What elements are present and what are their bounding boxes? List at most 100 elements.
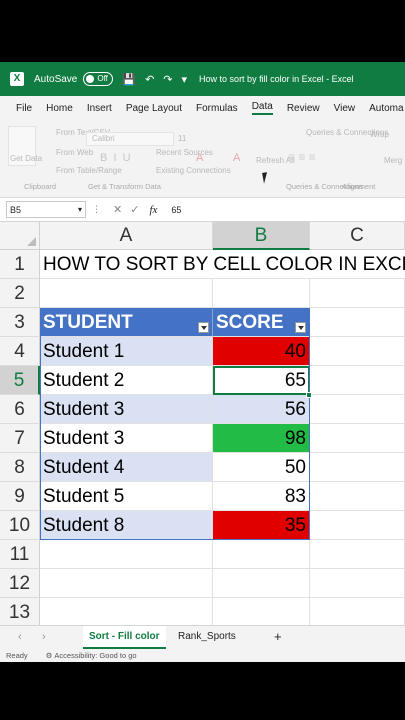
student-cell[interactable]: Student 3 [40,395,213,424]
student-cell[interactable]: Student 1 [40,337,213,366]
existing-connections-button[interactable]: Existing Connections [156,166,231,175]
row-header-3[interactable]: 3 [0,308,40,337]
column-header-b[interactable]: B [213,222,310,250]
name-box[interactable]: B5 ▾ [6,201,86,218]
student-cell[interactable]: Student 8 [40,511,213,540]
tab-insert[interactable]: Insert [87,103,112,114]
align-icons[interactable]: ≡ ≡ ≡ [288,150,316,164]
autosave-toggle[interactable]: Off [83,72,114,86]
save-icon[interactable]: 💾 [122,73,136,86]
column-header-c[interactable]: C [310,222,405,250]
filter-dropdown-icon[interactable] [295,322,306,333]
score-cell-active[interactable]: 65 [213,366,310,395]
tab-view[interactable]: View [334,103,356,114]
cell-a13[interactable] [40,598,213,627]
wrap-text-button[interactable]: Wrap [370,130,389,139]
select-all-button[interactable] [0,222,40,250]
row-header-9[interactable]: 9 [0,482,40,511]
cell-b12[interactable] [213,569,310,598]
from-table-button[interactable]: From Table/Range [56,166,122,175]
tab-page-layout[interactable]: Page Layout [126,103,182,114]
cancel-icon[interactable]: ✕ [113,203,122,216]
bold-italic-underline-icons[interactable]: B I U [100,152,131,164]
merge-button[interactable]: Merg [384,156,402,165]
cell-a2[interactable] [40,279,213,308]
redo-icon[interactable]: ↷ [163,73,172,86]
chevron-left-icon[interactable]: ‹ [18,631,22,643]
chevron-down-icon[interactable]: ▾ [78,205,82,214]
row-header-8[interactable]: 8 [0,453,40,482]
tab-review[interactable]: Review [287,103,320,114]
cell-b13[interactable] [213,598,310,627]
insert-function-icon[interactable]: fx [149,204,157,216]
tab-home[interactable]: Home [46,103,73,114]
score-cell[interactable]: 50 [213,453,310,482]
add-sheet-icon[interactable]: + [274,629,282,644]
tab-formulas[interactable]: Formulas [196,103,238,114]
tab-file[interactable]: File [16,103,32,114]
row-header-1[interactable]: 1 [0,250,40,279]
cell-a11[interactable] [40,540,213,569]
cell-c5[interactable] [310,366,405,395]
student-cell[interactable]: Student 2 [40,366,213,395]
score-cell[interactable]: 40 [213,337,310,366]
formula-input[interactable]: 65 [171,205,181,215]
header-student-label: STUDENT [43,312,133,333]
student-cell[interactable]: Student 4 [40,453,213,482]
header-student[interactable]: STUDENT [40,308,213,337]
cell-c7[interactable] [310,424,405,453]
font-name-value: Calibri [92,134,115,143]
row-header-6[interactable]: 6 [0,395,40,424]
row-header-11[interactable]: 11 [0,540,40,569]
student-cell[interactable]: Student 3 [40,424,213,453]
ribbon: Get Data From Text/CSV From Web From Tab… [0,120,405,198]
column-header-a[interactable]: A [40,222,213,250]
row-header-13[interactable]: 13 [0,598,40,627]
score-cell[interactable]: 83 [213,482,310,511]
score-cell[interactable]: 35 [213,511,310,540]
student-cell[interactable]: Student 5 [40,482,213,511]
row-header-7[interactable]: 7 [0,424,40,453]
recent-sources-button[interactable]: Recent Sources [156,148,213,157]
ribbon-tabs: File Home Insert Page Layout Formulas Da… [0,96,405,120]
cell-c10[interactable] [310,511,405,540]
row-header-12[interactable]: 12 [0,569,40,598]
more-options-icon[interactable]: ⋮ [92,204,101,215]
cell-c2[interactable] [310,279,405,308]
cell-c12[interactable] [310,569,405,598]
autosave-label: AutoSave [34,73,78,85]
cell-c4[interactable] [310,337,405,366]
tab-data[interactable]: Data [251,101,273,115]
score-cell[interactable]: 56 [213,395,310,424]
sheet-heading[interactable]: HOW TO SORT BY CELL COLOR IN EXCEL [40,250,405,279]
tab-automate[interactable]: Automa [369,103,403,114]
cell-c9[interactable] [310,482,405,511]
sheet-tab-rank-sports[interactable]: Rank_Sports [172,626,242,649]
filter-dropdown-icon[interactable] [198,322,209,333]
sheet-tab-sort-fill-color[interactable]: Sort - Fill color [83,626,166,649]
font-color-icon[interactable]: A [196,152,203,164]
from-web-button[interactable]: From Web [56,148,93,157]
accessibility-status[interactable]: Accessibility: Good to go [54,651,136,660]
cell-a12[interactable] [40,569,213,598]
row-header-5[interactable]: 5 [0,366,40,395]
cell-c13[interactable] [310,598,405,627]
enter-icon[interactable]: ✓ [130,203,139,216]
font-size-value[interactable]: 11 [178,134,186,143]
undo-icon[interactable]: ↶ [145,73,154,86]
cell-c8[interactable] [310,453,405,482]
row-header-4[interactable]: 4 [0,337,40,366]
cell-c6[interactable] [310,395,405,424]
row-header-2[interactable]: 2 [0,279,40,308]
text-color-icon[interactable]: A [233,152,240,164]
fill-handle[interactable] [306,392,312,398]
score-cell[interactable]: 98 [213,424,310,453]
cell-c3[interactable] [310,308,405,337]
chevron-right-icon[interactable]: › [42,631,46,643]
header-score[interactable]: SCORE [213,308,310,337]
cell-b2[interactable] [213,279,310,308]
cell-b11[interactable] [213,540,310,569]
cell-c11[interactable] [310,540,405,569]
customize-toolbar-icon[interactable]: ▾ [182,73,188,86]
row-header-10[interactable]: 10 [0,511,40,540]
